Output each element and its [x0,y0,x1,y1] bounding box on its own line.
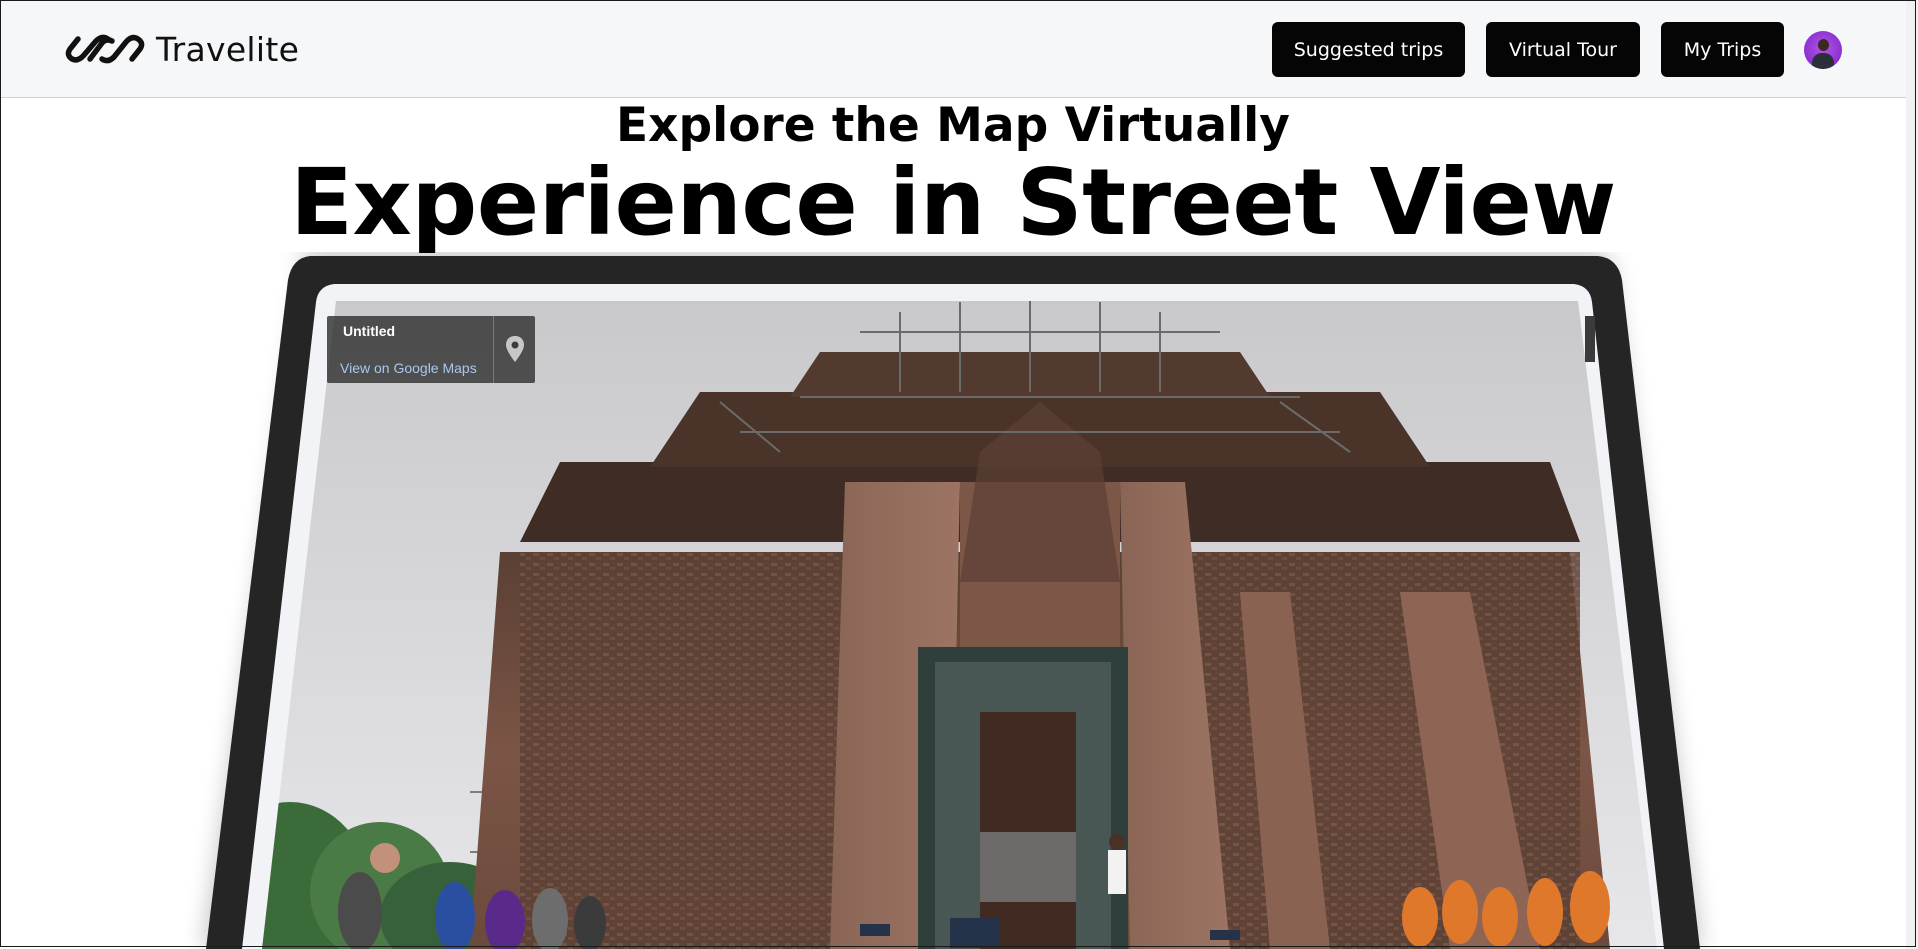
brand[interactable]: Travelite [64,28,299,70]
top-navbar: Travelite Suggested trips Virtual Tour M… [0,0,1906,98]
view-on-google-maps-link[interactable]: View on Google Maps [340,360,477,376]
street-view-info-panel: Untitled View on Google Maps [327,316,535,383]
infinity-links-logo-icon [65,34,145,64]
street-view-side-control[interactable] [1585,316,1595,362]
suggested-trips-button[interactable]: Suggested trips [1272,22,1465,77]
brand-name: Travelite [156,29,300,69]
avatar-body [1812,53,1834,69]
hero-title: Experience in Street View [290,149,1616,256]
tablet-mockup: Untitled View on Google Maps [0,252,1906,949]
street-view-scene[interactable] [0,252,1906,949]
avatar-head [1818,39,1829,51]
panel-divider [493,316,494,383]
map-pin-icon[interactable] [502,334,528,364]
page-scrollbar[interactable] [1906,0,1918,949]
street-view-title: Untitled [343,323,396,339]
hero-subtitle: Explore the Map Virtually [616,98,1290,153]
virtual-tour-button[interactable]: Virtual Tour [1486,22,1640,77]
user-avatar[interactable] [1804,31,1842,69]
my-trips-button[interactable]: My Trips [1661,22,1784,77]
